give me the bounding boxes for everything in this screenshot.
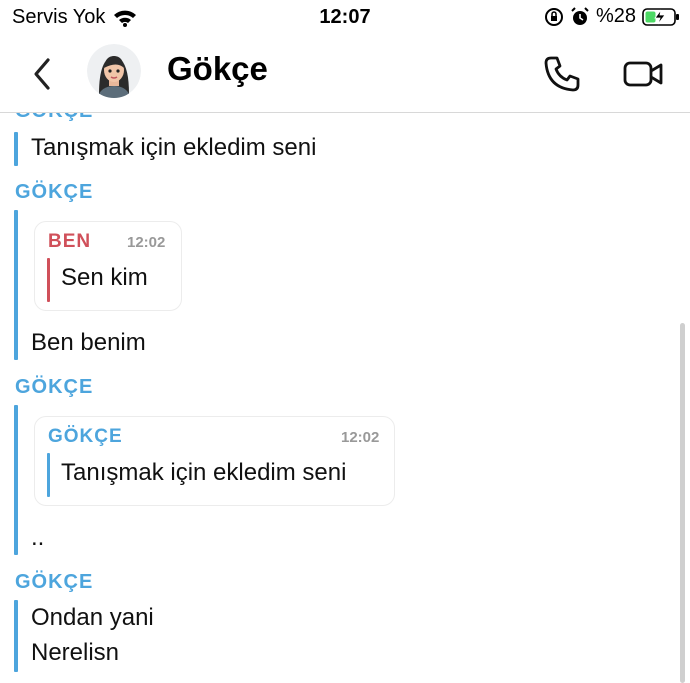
quoted-message[interactable]: GÖKÇE 12:02 Tanışmak için ekledim seni: [34, 416, 395, 506]
quoted-bar: [47, 453, 50, 497]
quoted-text: Tanışmak için ekledim seni: [61, 459, 347, 486]
message-list[interactable]: GÖKÇE Tanışmak için ekledim seni GÖKÇE B…: [0, 113, 690, 683]
status-right: %28: [544, 5, 680, 28]
quoted-text: Sen kim: [61, 264, 148, 291]
quoted-time: 12:02: [127, 234, 166, 251]
message-bar: [14, 210, 18, 360]
alarm-icon: [571, 6, 589, 25]
phone-call-icon[interactable]: [542, 54, 582, 94]
message-text[interactable]: Nerelisn: [31, 639, 119, 667]
message-text[interactable]: Ben benim: [31, 329, 146, 357]
message-text[interactable]: ..: [31, 524, 44, 552]
quoted-message[interactable]: BEN 12:02 Sen kim: [34, 221, 182, 311]
quoted-bar: [47, 258, 50, 302]
battery-charging-icon: [642, 7, 679, 26]
battery-percent: %28: [595, 5, 636, 27]
message-text[interactable]: Ondan yani: [31, 604, 154, 632]
quoted-time: 12:02: [341, 429, 380, 446]
video-call-icon[interactable]: [622, 56, 664, 92]
message-sender: GÖKÇE: [15, 181, 94, 203]
message-bar: [14, 600, 18, 672]
message-sender: GÖKÇE: [15, 571, 94, 593]
quoted-sender: BEN: [48, 231, 92, 252]
message-bar: [14, 132, 18, 166]
rotation-lock-icon: [544, 7, 563, 26]
status-bar: Servis Yok 12:07 %28: [0, 0, 690, 36]
avatar[interactable]: [87, 44, 141, 98]
quoted-sender: GÖKÇE: [48, 426, 123, 447]
bitmoji-avatar-icon: [87, 44, 141, 98]
chat-header: Gökçe: [0, 36, 690, 113]
scrollbar[interactable]: [680, 323, 685, 683]
message-sender: GÖKÇE: [15, 376, 94, 398]
message-sender: GÖKÇE: [15, 113, 93, 123]
message-text[interactable]: Tanışmak için ekledim seni: [31, 134, 316, 162]
back-chevron-icon[interactable]: [28, 54, 58, 94]
message-bar: [14, 405, 18, 555]
contact-name[interactable]: Gökçe: [167, 50, 268, 88]
